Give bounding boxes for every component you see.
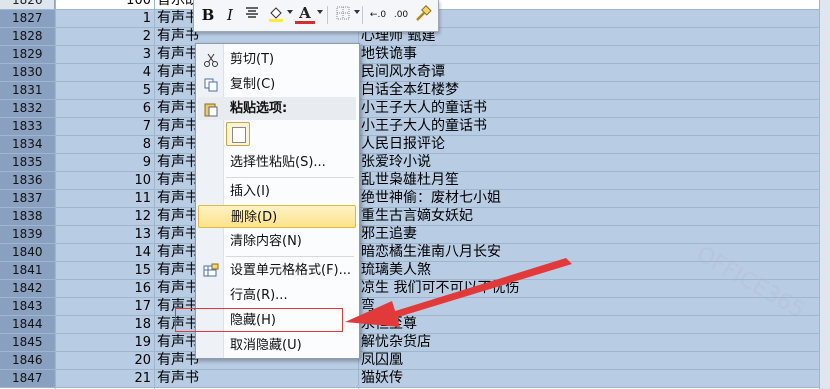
annotation-arrow [345, 258, 572, 327]
